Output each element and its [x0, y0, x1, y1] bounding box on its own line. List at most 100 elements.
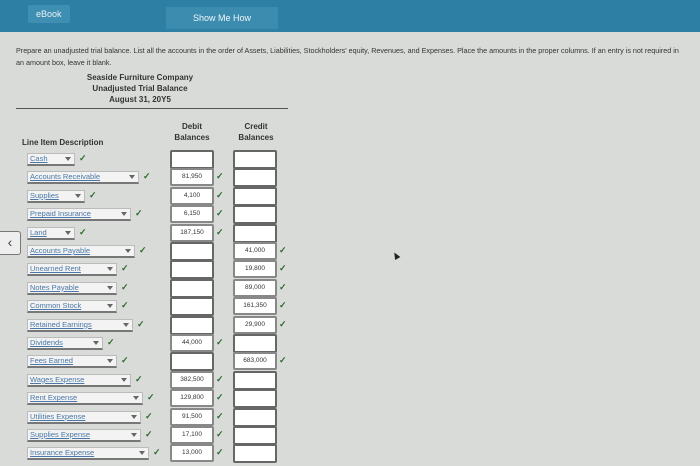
company-name: Seaside Furniture Company [86, 73, 194, 82]
account-check-icon: ✓ [135, 373, 143, 384]
previous-arrow-button[interactable]: ‹ [0, 231, 21, 255]
credit-amount-input[interactable]: 19,800 [233, 260, 277, 279]
credit-amount-input[interactable]: 683,000 [233, 352, 277, 371]
credit-amount-input[interactable]: 41,000 [233, 242, 277, 260]
debit-amount-input[interactable]: 13,000 [170, 444, 214, 463]
credit-amount-input[interactable]: 161,350 [233, 297, 277, 316]
account-dropdown[interactable]: Retained Earnings [27, 318, 133, 332]
debit-amount-input[interactable] [170, 150, 214, 169]
chevron-down-icon [139, 451, 145, 456]
credit-amount-input[interactable] [233, 150, 277, 169]
credit-amount-input[interactable] [233, 389, 277, 409]
debit-amount-input[interactable] [170, 315, 214, 335]
account-dropdown-value: Wages Expense [30, 374, 85, 384]
chevron-down-icon [107, 304, 113, 309]
account-check-icon: ✓ [79, 226, 87, 237]
credit-check-icon: ✓ [279, 300, 287, 311]
account-dropdown-value: Prepaid Insurance [30, 209, 91, 219]
account-check-icon: ✓ [89, 189, 97, 200]
account-dropdown[interactable]: Prepaid Insurance [27, 208, 131, 222]
account-dropdown[interactable]: Rent Expense [27, 392, 143, 406]
account-check-icon: ✓ [143, 171, 151, 182]
chevron-down-icon [93, 341, 99, 345]
account-dropdown-value: Insurance Expense [30, 448, 95, 458]
credit-amount-input[interactable] [233, 370, 277, 390]
credit-amount-input[interactable] [233, 444, 277, 464]
account-check-icon: ✓ [135, 208, 143, 219]
credit-amount-input[interactable] [233, 205, 277, 225]
debit-amount-input[interactable]: 4,100 [170, 186, 214, 205]
account-dropdown-value: Supplies [30, 190, 59, 200]
account-dropdown[interactable]: Accounts Payable [27, 245, 135, 258]
ebook-tab[interactable]: eBook [28, 5, 70, 23]
account-dropdown[interactable]: Accounts Receivable [27, 171, 139, 185]
debit-amount-input[interactable] [170, 297, 214, 317]
account-dropdown[interactable]: Insurance Expense [27, 447, 149, 461]
account-dropdown[interactable]: Cash [27, 153, 75, 166]
credit-column-header: Credit Balances [238, 122, 274, 142]
credit-amount-input[interactable]: 89,000 [233, 278, 277, 297]
account-dropdown-value: Accounts Receivable [30, 172, 101, 182]
credit-amount-input[interactable] [233, 407, 277, 427]
account-dropdown-value: Supplies Expense [30, 430, 91, 439]
account-check-icon: ✓ [145, 410, 153, 421]
account-dropdown-value: Rent Expense [30, 393, 78, 403]
account-dropdown[interactable]: Land [27, 226, 75, 240]
chevron-down-icon [123, 322, 129, 327]
debit-amount-input[interactable] [170, 278, 214, 298]
chevron-down-icon [121, 377, 127, 382]
account-dropdown[interactable]: Unearned Rent [27, 263, 117, 277]
account-check-icon: ✓ [139, 245, 147, 255]
debit-amount-input[interactable]: 91,500 [170, 407, 214, 426]
debit-amount-input[interactable]: 81,950 [170, 168, 214, 187]
account-dropdown[interactable]: Common Stock [27, 300, 117, 314]
credit-amount-input[interactable]: 29,900 [233, 315, 277, 334]
account-dropdown-value: Common Stock [30, 301, 82, 311]
account-dropdown-value: Land [30, 227, 47, 237]
chevron-down-icon [65, 230, 71, 235]
report-date: August 31, 20Y5 [109, 95, 171, 104]
account-check-icon: ✓ [121, 355, 129, 366]
account-dropdown[interactable]: Utilities Expense [27, 410, 141, 424]
credit-amount-input[interactable] [233, 168, 277, 188]
debit-check-icon: ✓ [216, 189, 224, 200]
mouse-cursor-icon [391, 250, 401, 261]
debit-column-header: Debit Balances [174, 122, 210, 142]
debit-amount-input[interactable]: 129,800 [170, 389, 214, 408]
chevron-down-icon [125, 249, 131, 253]
debit-amount-input[interactable]: 44,000 [170, 334, 214, 352]
chevron-down-icon [121, 212, 127, 217]
debit-amount-input[interactable]: 382,500 [170, 370, 214, 389]
debit-check-icon: ✓ [216, 447, 224, 458]
debit-check-icon: ✓ [216, 171, 224, 182]
account-dropdown[interactable]: Dividends [27, 337, 103, 350]
chevron-down-icon [131, 433, 137, 437]
show-me-how-button[interactable]: Show Me How [166, 7, 278, 29]
credit-amount-input[interactable] [233, 186, 277, 206]
debit-check-icon: ✓ [216, 373, 224, 384]
debit-amount-input[interactable]: 17,100 [170, 426, 214, 444]
credit-amount-input[interactable] [233, 334, 277, 353]
credit-check-icon: ✓ [279, 263, 287, 274]
account-dropdown[interactable]: Supplies Expense [27, 429, 141, 442]
debit-amount-input[interactable]: 6,150 [170, 205, 214, 224]
chevron-down-icon [131, 414, 137, 419]
debit-amount-input[interactable] [170, 260, 214, 280]
debit-amount-input[interactable]: 187,150 [170, 223, 214, 242]
account-dropdown-value: Utilities Expense [30, 411, 86, 421]
debit-check-icon: ✓ [216, 208, 224, 219]
debit-amount-input[interactable] [170, 352, 214, 372]
chevron-down-icon [133, 396, 139, 401]
credit-amount-input[interactable] [233, 426, 277, 445]
debit-check-icon: ✓ [216, 429, 224, 439]
description-column-header: Line Item Description [22, 138, 104, 147]
credit-amount-input[interactable] [233, 223, 277, 243]
account-dropdown[interactable]: Notes Payable [27, 281, 117, 295]
debit-check-icon: ✓ [216, 226, 224, 237]
account-check-icon: ✓ [147, 392, 155, 403]
account-dropdown[interactable]: Fees Earned [27, 355, 117, 369]
account-dropdown[interactable]: Wages Expense [27, 373, 131, 387]
account-dropdown[interactable]: Supplies [27, 189, 85, 203]
debit-amount-input[interactable] [170, 242, 214, 261]
account-check-icon: ✓ [107, 337, 115, 347]
